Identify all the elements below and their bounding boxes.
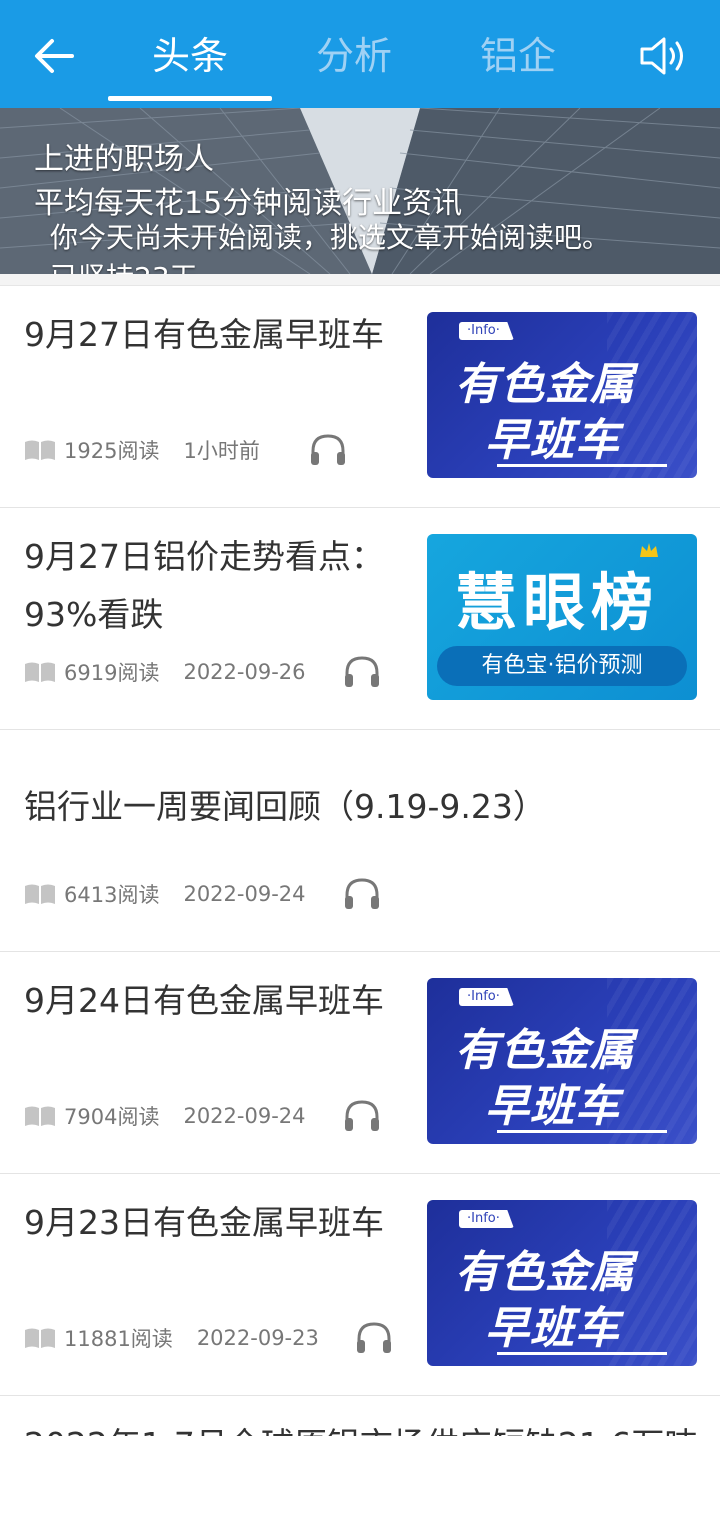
- info-tag: ·Info·: [459, 322, 514, 340]
- publish-time: 2022-09-26: [183, 660, 306, 684]
- tab-analysis[interactable]: 分析: [274, 28, 434, 84]
- info-tag: ·Info·: [459, 1210, 514, 1228]
- article-meta: 7904阅读 2022-09-24: [24, 1098, 306, 1134]
- read-count: 6413阅读: [64, 883, 160, 907]
- article-title: 铝行业一周要闻回顾（9.19-9.23）: [24, 787, 546, 826]
- reading-banner[interactable]: 上进的职场人 平均每天花15分钟阅读行业资讯 你今天尚未开始阅读，挑选文章开始阅…: [0, 108, 720, 274]
- article-item[interactable]: 9月27日铝价走势看点：93%看跌 6919阅读 2022-09-26 慧眼榜 …: [0, 508, 720, 730]
- article-item[interactable]: 9月27日有色金属早班车 1925阅读 1小时前 ·Info· 有色金属 早班车: [0, 286, 720, 508]
- article-title: 9月27日有色金属早班车: [24, 315, 384, 354]
- info-tag: ·Info·: [459, 988, 514, 1006]
- tab-aluminum-companies[interactable]: 铝企: [438, 28, 598, 84]
- read-count: 7904阅读: [64, 1105, 160, 1129]
- article-item[interactable]: 9月23日有色金属早班车 11881阅读 2022-09-23 ·Info· 有…: [0, 1174, 720, 1396]
- publish-time: 2022-09-23: [196, 1326, 319, 1350]
- thumbnail-text-line2: 早班车: [485, 1303, 620, 1354]
- banner-prompt: 你今天尚未开始阅读，挑选文章开始阅读吧。: [50, 221, 611, 254]
- article-title: 2022年1-7月全球原铝市场供应短缺21.6万吨: [24, 1416, 720, 1436]
- sound-button[interactable]: [634, 30, 694, 82]
- section-divider: [0, 274, 720, 286]
- book-icon: [25, 1106, 55, 1126]
- read-count: 11881阅读: [64, 1327, 173, 1351]
- huiyan-subtitle: 有色宝·铝价预测: [437, 646, 687, 686]
- headphone-icon[interactable]: [309, 432, 347, 466]
- headphone-icon[interactable]: [343, 654, 381, 688]
- article-meta: 11881阅读 2022-09-23: [24, 1320, 319, 1356]
- article-thumbnail: ·Info· 有色金属 早班车: [427, 1200, 697, 1366]
- read-count: 1925阅读: [64, 439, 160, 463]
- crown-icon: [640, 543, 658, 557]
- read-count: 6919阅读: [64, 661, 160, 685]
- headphone-icon[interactable]: [355, 1320, 393, 1354]
- article-meta: 1925阅读 1小时前: [24, 432, 260, 468]
- publish-time: 1小时前: [183, 439, 260, 463]
- banner-streak: 已坚持23天: [50, 256, 198, 274]
- book-icon: [25, 884, 55, 904]
- article-item[interactable]: 2022年1-7月全球原铝市场供应短缺21.6万吨: [0, 1396, 720, 1436]
- thumbnail-text-line1: 有色金属: [455, 359, 635, 410]
- article-item[interactable]: 9月24日有色金属早班车 7904阅读 2022-09-24 ·Info· 有色…: [0, 952, 720, 1174]
- speaker-icon: [640, 37, 683, 75]
- article-meta: 6413阅读 2022-09-24: [24, 876, 306, 912]
- publish-time: 2022-09-24: [183, 882, 306, 906]
- book-icon: [25, 1328, 55, 1348]
- article-thumbnail: 慧眼榜 有色宝·铝价预测: [427, 534, 697, 700]
- headphone-icon[interactable]: [343, 1098, 381, 1132]
- article-meta: 6919阅读 2022-09-26: [24, 654, 306, 690]
- article-title: 9月27日铝价走势看点：93%看跌: [24, 537, 384, 634]
- tab-headlines[interactable]: 头条: [110, 28, 270, 84]
- thumbnail-text-line2: 早班车: [485, 415, 620, 466]
- thumbnail-text-line2: 早班车: [485, 1081, 620, 1132]
- book-icon: [25, 440, 55, 460]
- headphone-icon[interactable]: [343, 876, 381, 910]
- banner-headline: 上进的职场人: [34, 142, 214, 177]
- book-icon: [25, 662, 55, 682]
- article-title: 9月24日有色金属早班车: [24, 981, 384, 1020]
- arrow-left-icon: [35, 39, 74, 73]
- publish-time: 2022-09-24: [183, 1104, 306, 1128]
- thumbnail-text-line1: 有色金属: [455, 1025, 635, 1076]
- back-button[interactable]: [26, 28, 82, 84]
- article-thumbnail: ·Info· 有色金属 早班车: [427, 978, 697, 1144]
- active-tab-indicator: [108, 96, 272, 101]
- huiyan-title: 慧眼榜: [455, 566, 660, 639]
- article-thumbnail: ·Info· 有色金属 早班车: [427, 312, 697, 478]
- thumbnail-text-line1: 有色金属: [455, 1247, 635, 1298]
- article-title: 9月23日有色金属早班车: [24, 1203, 384, 1242]
- article-item[interactable]: 铝行业一周要闻回顾（9.19-9.23） 6413阅读 2022-09-24: [0, 730, 720, 952]
- top-nav-bar: 头条 分析 铝企: [0, 0, 720, 108]
